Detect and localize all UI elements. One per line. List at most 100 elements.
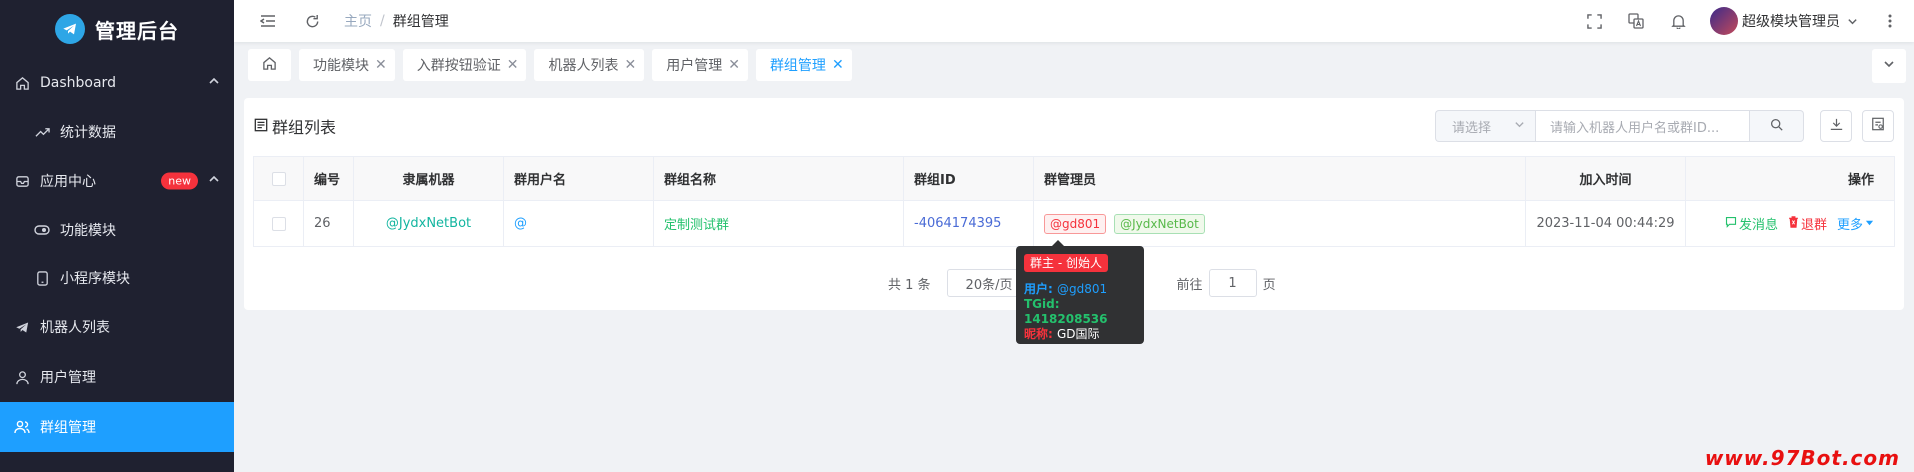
tooltip-tgid-line: TGid: 1418208536 <box>1024 297 1136 327</box>
goto-page-input[interactable]: 1 <box>1208 269 1257 297</box>
admin-tooltip: 群主 - 创始人 用户: @gd801 TGid: 1418208536 昵称:… <box>1016 240 1144 344</box>
tab-join-button-verify[interactable]: 入群按钮验证 ✕ <box>402 49 527 81</box>
leave-group-button[interactable]: 退群 <box>1788 214 1827 233</box>
logo[interactable]: 管理后台 <box>0 0 234 58</box>
search-icon <box>1770 118 1783 135</box>
card-title-text: 群组列表 <box>272 118 337 137</box>
send-message-button[interactable]: 发消息 <box>1725 214 1778 233</box>
leave-group-label: 退群 <box>1800 218 1827 233</box>
tab-user-management[interactable]: 用户管理 ✕ <box>652 49 748 81</box>
download-icon <box>1830 118 1843 135</box>
close-icon[interactable]: ✕ <box>375 57 387 73</box>
cell-group-id: -4064174395 <box>904 201 1034 246</box>
tab-label: 机器人列表 <box>548 58 619 74</box>
sidebar-item-app-center[interactable]: 应用中心 new <box>0 156 234 206</box>
trash-icon <box>1788 215 1799 232</box>
chevron-down-icon[interactable] <box>1842 11 1862 31</box>
tooltip-nick-label: 昵称: <box>1024 327 1053 341</box>
users-icon <box>14 419 30 435</box>
sidebar: 管理后台 Dashboard 统计数据 应用中心 new 功能模块 小程序模块 … <box>0 0 234 472</box>
close-icon[interactable]: ✕ <box>832 57 844 73</box>
trend-icon <box>34 124 50 140</box>
print-button[interactable] <box>1862 110 1894 142</box>
cell-ops: 发消息 退群 更多 <box>1686 201 1886 246</box>
sidebar-item-bot-list[interactable]: 机器人列表 <box>0 302 234 352</box>
send-message-label: 发消息 <box>1738 218 1778 233</box>
column-header: 群组名称 <box>664 173 717 188</box>
column-header: 编号 <box>314 173 341 188</box>
more-vertical-icon[interactable] <box>1880 11 1900 31</box>
close-icon[interactable]: ✕ <box>507 57 519 73</box>
row-checkbox-cell <box>254 201 304 246</box>
tooltip-user-label: 用户: <box>1024 282 1053 296</box>
more-dropdown[interactable]: 更多 <box>1837 214 1874 233</box>
cell-admins: @gd801 @JydxNetBot <box>1034 201 1526 246</box>
goto-prefix: 前往 <box>1176 277 1203 293</box>
sidebar-item-dashboard[interactable]: Dashboard <box>0 58 234 108</box>
close-icon[interactable]: ✕ <box>728 57 740 73</box>
avatar[interactable] <box>1710 7 1738 35</box>
cell-joined: 2023-11-04 00:44:29 <box>1526 201 1686 246</box>
row-checkbox[interactable] <box>271 216 286 231</box>
joined-time: 2023-11-04 00:44:29 <box>1536 216 1675 231</box>
group-id-link[interactable]: -4064174395 <box>914 216 1001 231</box>
inbox-icon <box>14 173 30 189</box>
search-input[interactable]: 请输入机器人用户名或群ID... <box>1535 110 1750 142</box>
sidebar-item-group-management[interactable]: 群组管理 <box>0 402 234 452</box>
toolbar: 请选择 请输入机器人用户名或群ID... <box>1435 110 1894 142</box>
tab-home[interactable] <box>248 49 291 81</box>
close-icon[interactable]: ✕ <box>624 57 636 73</box>
menu-fold-icon[interactable] <box>258 11 278 31</box>
tooltip-tgid-label: TGid: <box>1024 297 1060 311</box>
header-cell-username: 群用户名 <box>504 157 654 200</box>
tab-label: 入群按钮验证 <box>416 58 501 74</box>
bell-icon[interactable] <box>1668 11 1688 31</box>
caret-down-icon <box>1865 216 1874 231</box>
breadcrumb-home[interactable]: 主页 <box>344 11 372 31</box>
sidebar-item-stats[interactable]: 统计数据 <box>0 108 234 156</box>
home-icon <box>14 75 30 91</box>
fullscreen-icon[interactable] <box>1584 11 1604 31</box>
sidebar-item-feature-module[interactable]: 功能模块 <box>0 206 234 254</box>
sidebar-item-label: Dashboard <box>40 75 116 91</box>
tab-group-management[interactable]: 群组管理 ✕ <box>755 49 852 81</box>
translate-icon[interactable] <box>1626 11 1646 31</box>
bot-username-link[interactable]: @JydxNetBot <box>386 216 471 231</box>
filter-select[interactable]: 请选择 <box>1435 110 1535 142</box>
tabs-more-button[interactable] <box>1872 49 1906 83</box>
watermark: www.97Bot.com <box>1704 446 1900 470</box>
tabs-bar: 功能模块 ✕ 入群按钮验证 ✕ 机器人列表 ✕ 用户管理 ✕ 群组管理 ✕ <box>234 42 1914 88</box>
card-title: 群组列表 <box>254 114 336 138</box>
select-all-checkbox[interactable] <box>271 171 286 186</box>
group-username-link[interactable]: @ <box>514 216 527 231</box>
header-cell-bot: 隶属机器 <box>354 157 504 200</box>
tab-label: 群组管理 <box>769 58 826 74</box>
sidebar-item-label: 小程序模块 <box>60 271 130 287</box>
admin-tag-owner[interactable]: @gd801 <box>1044 213 1107 234</box>
filter-select-placeholder: 请选择 <box>1452 120 1492 136</box>
owner-role-badge: 群主 - 创始人 <box>1024 254 1108 272</box>
home-icon <box>262 56 277 75</box>
search-input-placeholder: 请输入机器人用户名或群ID... <box>1550 120 1720 136</box>
sidebar-item-label: 应用中心 <box>40 174 96 190</box>
tab-feature-module[interactable]: 功能模块 ✕ <box>299 49 395 81</box>
more-label: 更多 <box>1836 218 1863 233</box>
sidebar-item-miniapp-module[interactable]: 小程序模块 <box>0 254 234 302</box>
search-button[interactable] <box>1750 110 1804 142</box>
list-icon <box>254 117 268 136</box>
admin-tag-bot[interactable]: @JydxNetBot <box>1114 213 1205 234</box>
header-cell-admins: 群管理员 <box>1034 157 1526 200</box>
column-header: 群用户名 <box>514 173 567 188</box>
table-header-row: 编号 隶属机器 群用户名 群组名称 群组ID 群管理员 加入时间 操作 <box>254 157 1894 201</box>
refresh-icon[interactable] <box>302 11 322 31</box>
goto-page-value: 1 <box>1228 275 1237 291</box>
group-name-link[interactable]: 定制测试群 <box>664 214 729 233</box>
tab-bot-list[interactable]: 机器人列表 ✕ <box>534 49 645 81</box>
sidebar-item-user-management[interactable]: 用户管理 <box>0 352 234 402</box>
username[interactable]: 超级模块管理员 <box>1742 11 1840 31</box>
header-cell-ops: 操作 <box>1686 157 1886 200</box>
export-button[interactable] <box>1820 110 1852 142</box>
sidebar-item-label: 机器人列表 <box>40 320 110 336</box>
tab-label: 功能模块 <box>313 58 369 74</box>
chevron-up-icon <box>208 173 220 189</box>
